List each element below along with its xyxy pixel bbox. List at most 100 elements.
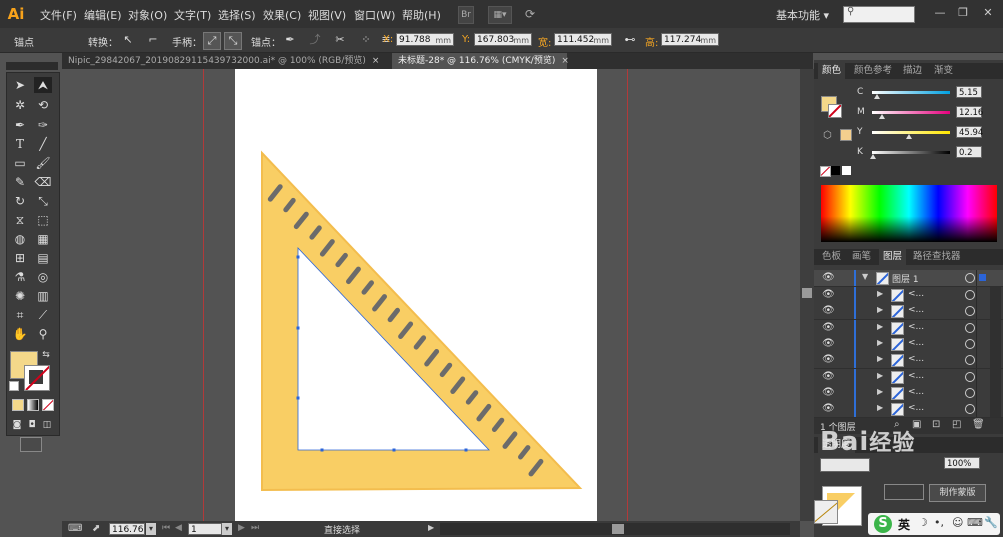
expand-triangle-icon[interactable]: ▶ <box>877 305 883 314</box>
target-circle-icon[interactable] <box>965 387 975 398</box>
keyboard-icon[interactable]: ⌨ <box>967 516 983 529</box>
blend-mode-select[interactable] <box>820 458 870 472</box>
cyan-value-field[interactable]: 5.15 <box>956 86 982 98</box>
sublayer-row[interactable]: 👁 ▶ <... <box>814 384 1003 402</box>
opacity-field[interactable]: 100% <box>944 457 980 469</box>
horizontal-scrollbar[interactable] <box>440 523 790 535</box>
cyan-slider-track[interactable] <box>872 91 950 94</box>
magenta-slider-handle[interactable] <box>879 114 886 119</box>
tab-gradient[interactable]: 渐变 <box>930 63 957 79</box>
expand-triangle-icon[interactable]: ▶ <box>877 354 883 363</box>
expand-triangle-icon[interactable]: ▶ <box>877 289 883 298</box>
visibility-eye-icon[interactable]: 👁 <box>822 403 835 414</box>
sublayer-row[interactable]: 👁 ▶ <... <box>814 335 1003 353</box>
zoom-field[interactable]: 116.76 <box>109 523 145 535</box>
anchor-point[interactable] <box>392 448 396 452</box>
layer-color-bar <box>854 270 856 286</box>
visibility-eye-icon[interactable]: 👁 <box>822 354 835 365</box>
target-circle-icon[interactable] <box>965 306 975 317</box>
visibility-eye-icon[interactable]: 👁 <box>822 338 835 349</box>
status-menu-icon[interactable]: ▶ <box>428 523 434 532</box>
emoji-icon[interactable]: ☺ <box>952 516 963 529</box>
target-circle-icon[interactable] <box>965 322 975 333</box>
anchor-point[interactable] <box>296 326 300 330</box>
black-slider-handle[interactable] <box>870 154 876 159</box>
tab-brushes[interactable]: 画笔 <box>848 249 875 265</box>
tab-swatches[interactable]: 色板 <box>818 249 845 265</box>
visibility-eye-icon[interactable]: 👁 <box>822 322 835 333</box>
tab-stroke[interactable]: 描边 <box>899 63 926 79</box>
prev-page-icon[interactable]: ◀ <box>175 523 182 533</box>
artboard-number-field[interactable]: 1 <box>188 523 222 535</box>
color-spectrum[interactable] <box>821 185 997 242</box>
white-swatch[interactable] <box>842 166 851 175</box>
selection-indicator-icon[interactable] <box>979 274 986 281</box>
black-swatch[interactable] <box>831 166 840 175</box>
target-circle-icon[interactable] <box>965 355 975 366</box>
sublayer-name: <... <box>908 370 925 381</box>
ime-toolbar[interactable]: S 英 ☽ •, ☺ ⌨ 🔧 <box>868 513 1000 535</box>
expand-triangle-icon[interactable]: ▶ <box>877 322 883 331</box>
yellow-value-field[interactable]: 45.94 <box>956 126 983 138</box>
moon-icon[interactable]: ☽ <box>918 516 928 529</box>
cyan-slider-handle[interactable] <box>873 94 880 99</box>
new-layer-icon[interactable]: ◰ <box>952 419 961 430</box>
anchor-point[interactable] <box>296 396 300 400</box>
tab-color[interactable]: 颜色 <box>818 63 846 79</box>
black-value-field[interactable]: 0.2 <box>956 146 982 158</box>
black-slider-track[interactable] <box>872 151 950 154</box>
sublayer-row[interactable]: 👁 ▶ <... <box>814 287 1003 304</box>
visibility-eye-icon[interactable]: 👁 <box>822 272 835 283</box>
yellow-slider-handle[interactable] <box>905 134 912 139</box>
sublayer-row[interactable]: 👁 ▶ <... <box>814 303 1003 321</box>
expand-triangle-icon[interactable]: ▶ <box>877 403 883 412</box>
expand-triangle-icon[interactable]: ▶ <box>877 387 883 396</box>
none-color-swatch[interactable] <box>820 166 831 177</box>
horizontal-scroll-thumb[interactable] <box>612 524 624 534</box>
artboard-dropdown-icon[interactable]: ▾ <box>222 523 232 535</box>
expand-triangle-icon[interactable]: ▶ <box>877 371 883 380</box>
tab-layers[interactable]: 图层 <box>879 249 907 265</box>
target-circle-icon[interactable] <box>965 371 975 382</box>
visibility-eye-icon[interactable]: 👁 <box>822 371 835 382</box>
visibility-eye-icon[interactable]: 👁 <box>822 305 835 316</box>
delete-layer-icon[interactable]: 🗑 <box>972 419 985 430</box>
panel-stroke-swatch[interactable] <box>828 104 842 118</box>
vertical-scrollbar[interactable] <box>800 69 814 521</box>
sublayer-row[interactable]: 👁 ▶ <... <box>814 368 1003 386</box>
sublayer-row[interactable]: 👁 ▶ <... <box>814 319 1003 337</box>
scroll-thumb[interactable] <box>802 288 812 298</box>
new-sublayer-icon[interactable]: ⊡ <box>932 419 940 430</box>
visibility-eye-icon[interactable]: 👁 <box>822 387 835 398</box>
ime-language-label[interactable]: 英 <box>898 516 910 533</box>
last-page-icon[interactable]: ⏭ <box>251 523 259 533</box>
layer-separator <box>976 319 977 336</box>
punctuation-icon[interactable]: •, <box>934 516 944 529</box>
first-page-icon[interactable]: ⏮ <box>162 523 170 533</box>
zoom-dropdown-icon[interactable]: ▾ <box>146 523 156 535</box>
layer-row-top[interactable]: 👁 ▼ 图层 1 <box>814 270 1003 287</box>
target-circle-icon[interactable] <box>965 404 975 415</box>
next-page-icon[interactable]: ▶ <box>238 523 245 533</box>
target-circle-icon[interactable] <box>965 338 975 349</box>
visibility-eye-icon[interactable]: 👁 <box>822 289 835 300</box>
out-of-gamut-icon[interactable]: ⬡ <box>823 130 832 141</box>
wrench-icon[interactable]: 🔧 <box>984 516 998 529</box>
anchor-point[interactable] <box>320 448 324 452</box>
sublayer-row[interactable]: 👁 ▶ <... <box>814 401 1003 419</box>
tab-pathfinder[interactable]: 路径查找器 <box>909 249 965 265</box>
target-circle-icon[interactable] <box>965 290 975 300</box>
anchor-point[interactable] <box>464 448 468 452</box>
expand-triangle-icon[interactable]: ▶ <box>877 338 883 347</box>
make-mask-button[interactable]: 制作蒙版 <box>929 484 986 502</box>
gpu-icon[interactable]: ⌨ <box>68 523 84 535</box>
share-icon[interactable]: ⬈ <box>92 523 100 534</box>
anchor-point[interactable] <box>296 255 300 259</box>
gamut-swatch[interactable] <box>840 129 852 141</box>
layers-scrollbar[interactable] <box>990 287 1001 417</box>
target-circle-icon[interactable] <box>965 273 975 283</box>
magenta-value-field[interactable]: 12.16 <box>956 106 983 118</box>
expand-triangle-icon[interactable]: ▼ <box>862 272 868 281</box>
tab-color-guide[interactable]: 颜色参考 <box>850 63 896 79</box>
sublayer-row[interactable]: 👁 ▶ <... <box>814 352 1003 370</box>
